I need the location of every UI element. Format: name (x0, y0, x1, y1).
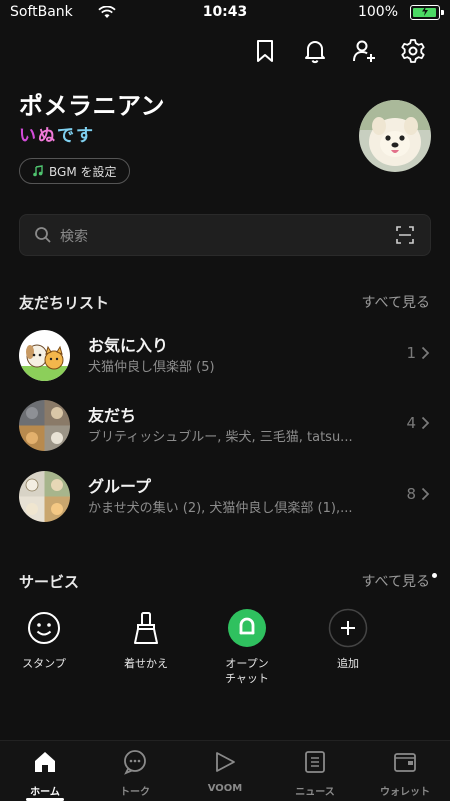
tab-wallet[interactable]: ウォレット (360, 749, 450, 798)
smiley-icon (24, 608, 64, 648)
favorites-thumbnail (19, 330, 70, 381)
status-char: で (57, 126, 76, 146)
list-item-friends[interactable]: 友だち ブリティッシュブルー, 柴犬, 三毛猫, tatsu... 4 (0, 396, 450, 456)
search-placeholder: 検索 (60, 229, 88, 245)
chat-icon (124, 750, 146, 775)
favorites-subtitle: 犬猫仲良し倶楽部 (5) (88, 360, 215, 375)
service-label: スタンプ (22, 657, 66, 670)
status-char: す (76, 126, 95, 146)
search-bar[interactable]: 検索 (19, 214, 431, 256)
profile-name[interactable]: ポメラニアン (19, 86, 165, 121)
chevron-right-icon (421, 487, 430, 501)
battery-percentage: 100% (357, 4, 398, 20)
voom-icon (216, 752, 235, 772)
chevron-right-icon (421, 346, 430, 360)
tab-label: ニュース (295, 787, 335, 798)
new-badge-dot (432, 573, 437, 578)
service-open-chat[interactable]: オープン チャット (207, 608, 287, 686)
plus-icon (328, 608, 368, 648)
qr-scan-icon[interactable] (396, 226, 414, 244)
bgm-label: BGM を設定 (49, 164, 117, 179)
tab-label: VOOM (207, 783, 243, 794)
status-char: ぬ (38, 126, 57, 146)
tab-talk[interactable]: トーク (90, 749, 180, 798)
profile-status-message[interactable]: いぬです (19, 121, 95, 146)
service-label: オープン チャット (225, 657, 269, 685)
chevron-right-icon (421, 416, 430, 430)
bookmark-icon[interactable] (252, 38, 278, 64)
service-label: 着せかえ (124, 657, 168, 670)
service-add[interactable]: 追加 (308, 608, 388, 671)
friends-see-all-link[interactable]: すべて見る (362, 292, 430, 312)
friends-title: 友だち (88, 406, 137, 425)
tab-label: トーク (120, 787, 150, 798)
wallet-icon (394, 753, 416, 772)
bottom-tab-bar: ホーム トーク VOOM ニュース ウォレット (0, 740, 450, 801)
groups-title: グループ (88, 477, 152, 496)
service-sticker-shop[interactable]: スタンプ (4, 608, 84, 671)
profile-avatar[interactable] (359, 100, 431, 172)
service-label: 追加 (337, 657, 359, 670)
favorites-title: お気に入り (88, 336, 169, 355)
list-item-groups[interactable]: グループ かませ犬の集い (2), 犬猫仲良し倶楽部 (1),... 8 (0, 467, 450, 527)
status-char: い (19, 126, 38, 146)
battery-icon (410, 5, 444, 20)
friends-list-title: 友だちリスト (19, 294, 110, 312)
tab-voom[interactable]: VOOM (180, 749, 270, 794)
groups-subtitle: かませ犬の集い (2), 犬猫仲良し倶楽部 (1),... (88, 501, 353, 516)
music-note-icon (33, 165, 43, 177)
home-icon (35, 752, 55, 772)
tab-news[interactable]: ニュース (270, 749, 360, 798)
status-bar: SoftBank 10:43 100% (0, 0, 450, 24)
search-icon (35, 227, 51, 243)
services-see-all-link[interactable]: すべて見る (362, 571, 430, 591)
open-chat-icon (227, 608, 267, 648)
list-item-favorites[interactable]: お気に入り 犬猫仲良し倶楽部 (5) 1 (0, 326, 450, 386)
brush-icon (126, 608, 166, 648)
groups-count: 8 (406, 485, 416, 503)
tab-label: ホーム (30, 787, 60, 798)
tab-home[interactable]: ホーム (0, 749, 90, 798)
friends-subtitle: ブリティッシュブルー, 柴犬, 三毛猫, tatsu... (88, 430, 353, 445)
settings-gear-icon[interactable] (400, 38, 426, 64)
set-bgm-button[interactable]: BGM を設定 (19, 158, 130, 184)
favorites-count: 1 (406, 344, 416, 362)
friends-thumbnail (19, 400, 70, 451)
tab-label: ウォレット (380, 787, 430, 798)
groups-thumbnail (19, 471, 70, 522)
friends-count: 4 (406, 414, 416, 432)
add-friend-icon[interactable] (352, 38, 378, 64)
bell-icon[interactable] (302, 38, 328, 64)
service-themes[interactable]: 着せかえ (106, 608, 186, 671)
services-title: サービス (19, 573, 80, 591)
news-icon (305, 751, 325, 773)
